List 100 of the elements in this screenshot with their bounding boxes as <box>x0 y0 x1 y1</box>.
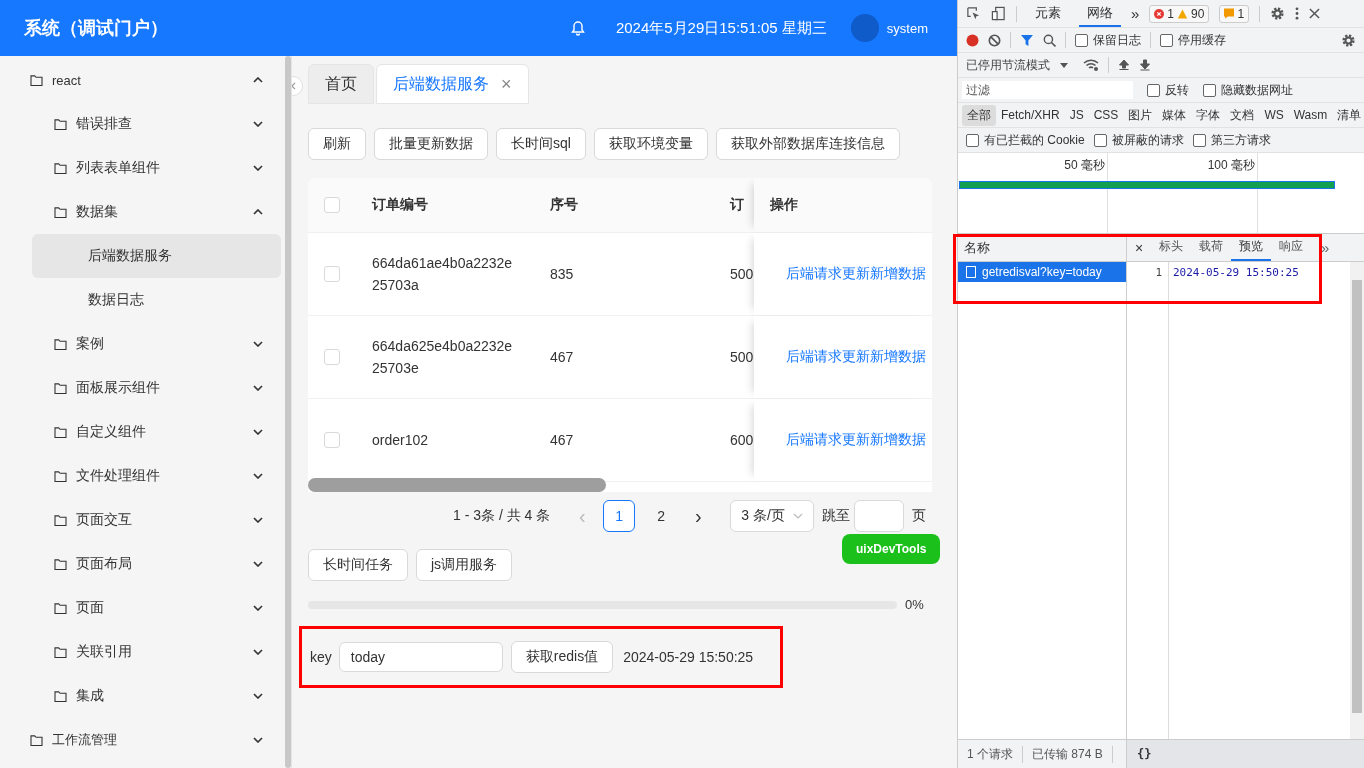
checkbox[interactable]: 停用缓存 <box>1160 31 1226 49</box>
checkbox[interactable] <box>324 197 340 213</box>
menu-item[interactable]: 自定义组件 <box>0 410 281 454</box>
menu-item[interactable]: 文件处理组件 <box>0 454 281 498</box>
toolbar-button[interactable]: 长时间sql <box>496 128 586 160</box>
action-link[interactable]: 后端请求更新新增数据 <box>786 431 926 449</box>
menu-item[interactable]: react <box>0 58 281 102</box>
type-filter[interactable]: 字体 <box>1191 104 1226 126</box>
table-cell-text: 467 <box>549 349 575 365</box>
page-button[interactable]: 2 <box>645 500 678 532</box>
type-filter[interactable]: Wasm <box>1288 106 1333 124</box>
close-icon[interactable] <box>1309 8 1321 19</box>
device-icon[interactable] <box>991 6 1006 21</box>
more-tabs-button[interactable]: » <box>1131 5 1140 22</box>
close-icon[interactable]: × <box>501 73 512 95</box>
menu-item[interactable]: 关联引用 <box>0 630 281 674</box>
issues-count[interactable]: 1 <box>1219 4 1250 23</box>
menu-item[interactable]: 错误排查 <box>0 102 281 146</box>
wifi-settings-icon[interactable] <box>1083 58 1099 72</box>
type-filter[interactable]: 清单 <box>1332 104 1364 126</box>
format-button[interactable]: {} <box>1127 740 1364 768</box>
caret-icon <box>792 513 803 519</box>
page-button[interactable]: 1 <box>603 500 636 532</box>
page-size-select[interactable]: 3 条/页 <box>730 500 814 532</box>
type-filter[interactable]: Fetch/XHR <box>996 106 1065 124</box>
menu-item[interactable]: 后端数据服务 <box>32 234 281 278</box>
next-page-button[interactable]: › <box>682 504 715 528</box>
toolbar-button[interactable]: 获取外部数据库连接信息 <box>715 128 900 160</box>
toolbar-button[interactable]: 获取环境变量 <box>593 128 708 160</box>
jump-field[interactable] <box>853 500 904 532</box>
page-tab[interactable]: 后端数据服务 × <box>376 64 529 104</box>
bell-icon[interactable] <box>569 20 586 36</box>
inspect-icon[interactable] <box>966 6 981 21</box>
more-tabs-button[interactable]: » <box>1321 239 1330 256</box>
warning-icon <box>1177 8 1189 19</box>
checkbox[interactable] <box>324 349 340 365</box>
close-icon[interactable]: × <box>1127 239 1151 256</box>
throttle-select[interactable]: 已停用节流模式 <box>966 56 1074 74</box>
type-filter[interactable]: 图片 <box>1123 104 1158 126</box>
toolbar-button[interactable]: 刷新 <box>308 128 366 160</box>
download-icon[interactable] <box>1139 59 1151 71</box>
detail-tab[interactable]: 预览 <box>1231 234 1271 261</box>
checkbox[interactable]: 保留日志 <box>1075 31 1141 49</box>
checkbox[interactable] <box>324 432 340 448</box>
clear-icon[interactable] <box>988 33 1001 47</box>
folder-icon <box>54 162 67 174</box>
document-icon <box>966 266 976 278</box>
type-filter[interactable]: 媒体 <box>1157 104 1192 126</box>
detail-tab[interactable]: 标头 <box>1151 234 1191 261</box>
detail-tab[interactable]: 载荷 <box>1191 234 1231 261</box>
menu-item[interactable]: 工作流管理 <box>0 718 281 762</box>
search-icon[interactable] <box>1043 33 1056 47</box>
page-tab[interactable]: 首页 <box>308 64 374 104</box>
scrollbar[interactable] <box>1350 262 1364 739</box>
table-cell-text: 835 <box>549 266 575 282</box>
menu-item[interactable]: 集成 <box>0 674 281 718</box>
menu-item[interactable]: 页面交互 <box>0 498 281 542</box>
upload-icon[interactable] <box>1118 59 1130 71</box>
action-button[interactable]: js调用服务 <box>416 549 513 581</box>
type-filter[interactable]: 全部 <box>962 104 996 126</box>
checkbox[interactable]: 反转 <box>1147 81 1189 99</box>
table-cell-text: 467 <box>549 432 575 448</box>
action-link[interactable]: 后端请求更新新增数据 <box>786 265 926 283</box>
checkbox[interactable]: 有已拦截的 Cookie <box>966 131 1085 149</box>
type-filter[interactable]: CSS <box>1088 106 1124 124</box>
table-cell-text: 664da625e4b0a2232e25703e <box>372 337 514 378</box>
checkbox[interactable]: 被屏蔽的请求 <box>1093 131 1184 149</box>
toolbar-button[interactable]: 批量更新数据 <box>374 128 488 160</box>
detail-tab[interactable]: 响应 <box>1271 234 1311 261</box>
record-icon[interactable] <box>966 33 979 47</box>
type-filter[interactable]: WS <box>1259 106 1289 124</box>
settings-icon[interactable] <box>1341 32 1356 48</box>
issue-icon <box>1224 8 1235 19</box>
menu-item[interactable]: 页面布局 <box>0 542 281 586</box>
console-counts[interactable]: 1 90 <box>1149 4 1210 23</box>
scrollbar[interactable] <box>285 56 291 768</box>
menu-item[interactable]: 数据集 <box>0 190 281 234</box>
devtools-tab[interactable]: 元素 <box>1027 0 1069 27</box>
menu-item[interactable]: 面板展示组件 <box>0 366 281 410</box>
menu-item[interactable]: 数据日志 <box>32 278 281 322</box>
checkbox[interactable] <box>324 266 340 282</box>
action-link[interactable]: 后端请求更新新增数据 <box>786 348 926 366</box>
scrollbar[interactable] <box>308 478 606 492</box>
menu-item[interactable]: 页面 <box>0 586 281 630</box>
get-redis-button[interactable]: 获取redis值 <box>510 641 614 673</box>
devtools-tab[interactable]: 网络 <box>1079 0 1121 27</box>
request-row[interactable]: getredisval?key=today <box>958 262 1126 282</box>
key-field[interactable]: today <box>338 642 503 672</box>
type-filter[interactable]: JS <box>1064 106 1089 124</box>
filter-icon[interactable] <box>1020 33 1034 47</box>
action-button[interactable]: 长时间任务 <box>308 549 408 581</box>
more-icon[interactable] <box>1295 6 1300 21</box>
checkbox[interactable]: 隐藏数据网址 <box>1203 81 1293 99</box>
menu-item[interactable]: 列表表单组件 <box>0 146 281 190</box>
user-name[interactable]: system <box>886 20 928 36</box>
menu-item[interactable]: 案例 <box>0 322 281 366</box>
settings-icon[interactable] <box>1270 6 1286 21</box>
type-filter[interactable]: 文档 <box>1225 104 1260 126</box>
filter-field[interactable]: 过滤 <box>962 81 1133 99</box>
checkbox[interactable]: 第三方请求 <box>1192 131 1271 149</box>
